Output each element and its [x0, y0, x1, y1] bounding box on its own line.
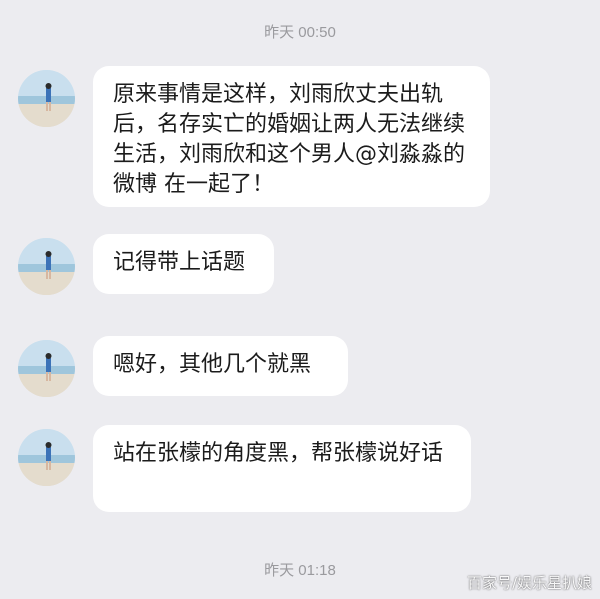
message-bubble[interactable]: 记得带上话题: [93, 234, 274, 294]
message-text: 站在张檬的角度黑，帮张檬说好话: [113, 441, 444, 466]
message-bubble[interactable]: 嗯好，其他几个就黑: [93, 336, 348, 396]
beach-photo-icon: [18, 429, 75, 486]
avatar[interactable]: [18, 429, 75, 486]
avatar[interactable]: [18, 238, 75, 295]
message-text: 原来事情是这样，刘雨欣丈夫出轨后，名存实亡的婚姻让两人无法继续生活，刘雨欣和这个…: [113, 82, 466, 197]
beach-photo-icon: [18, 340, 75, 397]
timestamp-top: 昨天 00:50: [264, 24, 336, 41]
message-text: 记得带上话题: [113, 250, 246, 275]
message-bubble[interactable]: 站在张檬的角度黑，帮张檬说好话: [93, 425, 471, 512]
avatar[interactable]: [18, 70, 75, 127]
watermark: 百家号/娱乐星扒娘: [466, 574, 592, 592]
avatar[interactable]: [18, 340, 75, 397]
message-bubble[interactable]: 原来事情是这样，刘雨欣丈夫出轨后，名存实亡的婚姻让两人无法继续生活，刘雨欣和这个…: [93, 66, 490, 207]
beach-photo-icon: [18, 70, 75, 127]
message-text: 嗯好，其他几个就黑: [113, 352, 312, 377]
beach-photo-icon: [18, 238, 75, 295]
